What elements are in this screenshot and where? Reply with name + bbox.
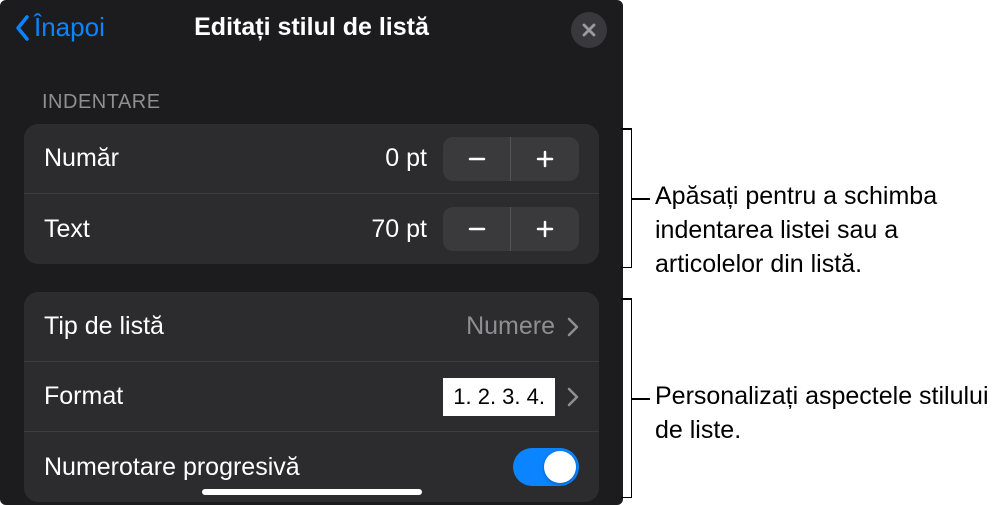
panel-header: Înapoi Editați stilul de listă xyxy=(0,0,623,55)
plus-icon xyxy=(535,149,555,169)
chevron-left-icon xyxy=(14,14,32,42)
progressive-label: Numerotare progresivă xyxy=(44,453,513,482)
number-indent-row: Număr 0 pt xyxy=(24,124,599,194)
close-button[interactable] xyxy=(571,12,607,48)
format-row[interactable]: Format 1. 2. 3. 4. xyxy=(24,362,599,432)
format-label: Format xyxy=(44,382,443,411)
text-decrement-button[interactable] xyxy=(443,207,511,251)
number-decrement-button[interactable] xyxy=(443,137,511,181)
list-type-row[interactable]: Tip de listă Numere xyxy=(24,292,599,362)
text-label: Text xyxy=(44,215,371,244)
chevron-right-icon xyxy=(567,317,579,337)
indent-group: Număr 0 pt Text 70 pt xyxy=(24,124,599,264)
callout-line-2 xyxy=(632,398,650,400)
minus-icon xyxy=(467,219,487,239)
annotations: Apăsați pentru a schimba indentarea list… xyxy=(623,0,1000,505)
number-increment-button[interactable] xyxy=(511,137,579,181)
toggle-knob xyxy=(544,451,576,483)
settings-panel: Înapoi Editați stilul de listă INDENTARE… xyxy=(0,0,623,505)
section-label-indent: INDENTARE xyxy=(0,55,623,124)
home-indicator xyxy=(202,489,422,495)
format-preview: 1. 2. 3. 4. xyxy=(443,378,555,416)
panel-title: Editați stilul de listă xyxy=(194,13,429,42)
number-label: Număr xyxy=(44,144,385,173)
chevron-right-icon xyxy=(567,387,579,407)
back-button[interactable]: Înapoi xyxy=(14,12,105,43)
list-style-group: Tip de listă Numere Format 1. 2. 3. 4. N… xyxy=(24,292,599,502)
list-type-label: Tip de listă xyxy=(44,312,466,341)
text-increment-button[interactable] xyxy=(511,207,579,251)
minus-icon xyxy=(467,149,487,169)
callout-text-2: Personalizați aspectele stilului de list… xyxy=(655,380,995,448)
plus-icon xyxy=(535,219,555,239)
back-label: Înapoi xyxy=(34,12,105,43)
text-stepper xyxy=(443,207,579,251)
callout-line-1 xyxy=(632,198,650,200)
number-value: 0 pt xyxy=(385,144,427,173)
text-value: 70 pt xyxy=(371,215,427,244)
text-indent-row: Text 70 pt xyxy=(24,194,599,264)
callout-text-1: Apăsați pentru a schimba indentarea list… xyxy=(655,180,995,281)
number-stepper xyxy=(443,137,579,181)
close-icon xyxy=(581,22,597,38)
list-type-value: Numere xyxy=(466,312,555,341)
progressive-toggle[interactable] xyxy=(513,448,579,486)
